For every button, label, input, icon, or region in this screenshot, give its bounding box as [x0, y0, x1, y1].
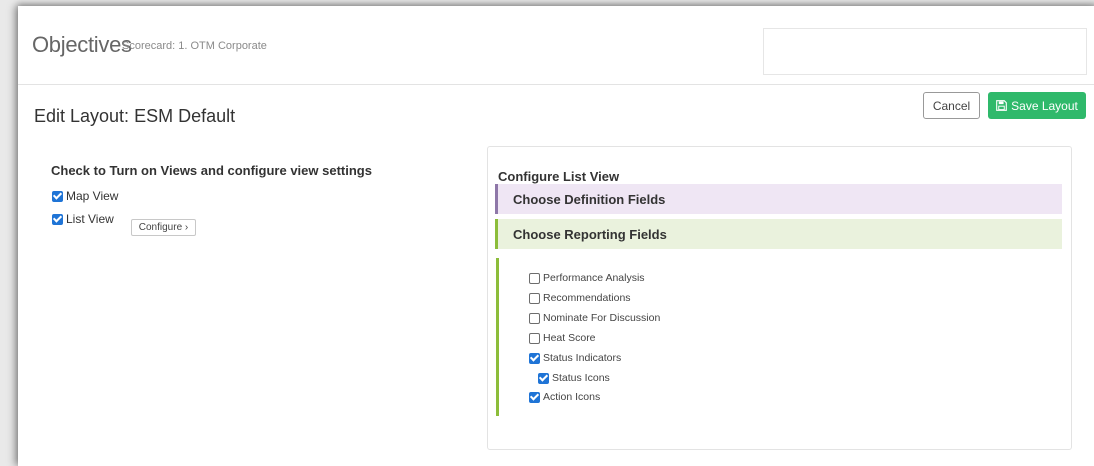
field-label: Nominate For Discussion	[543, 312, 661, 324]
save-layout-button[interactable]: Save Layout	[988, 92, 1086, 119]
choose-definition-fields-section[interactable]: Choose Definition Fields	[495, 184, 1062, 214]
header-empty-box	[763, 28, 1087, 75]
scorecard-label: Scorecard: 1. OTM Corporate	[122, 40, 267, 52]
recommendations-checkbox[interactable]	[529, 292, 540, 304]
field-label: Action Icons	[543, 391, 601, 403]
map-view-checkbox[interactable]	[52, 190, 63, 202]
configure-list-view-title: Configure List View	[498, 169, 620, 184]
reporting-fields-list: Performance Analysis Recommendations Nom…	[496, 258, 699, 416]
map-view-option[interactable]: Map View	[52, 189, 118, 203]
field-label: Performance Analysis	[543, 272, 645, 284]
field-label: Recommendations	[543, 292, 631, 304]
status-icons-checkbox[interactable]	[538, 372, 549, 384]
field-status-indicators[interactable]: Status Indicators	[529, 352, 621, 364]
cancel-button[interactable]: Cancel	[923, 92, 980, 119]
field-status-icons[interactable]: Status Icons	[538, 372, 610, 384]
nominate-for-discussion-checkbox[interactable]	[529, 312, 540, 324]
save-layout-label: Save Layout	[1011, 98, 1078, 113]
action-icons-checkbox[interactable]	[529, 391, 540, 403]
field-label: Heat Score	[543, 332, 596, 344]
list-view-option[interactable]: List View	[52, 212, 114, 226]
field-nominate-for-discussion[interactable]: Nominate For Discussion	[529, 312, 660, 324]
page-title: Edit Layout: ESM Default	[34, 106, 236, 126]
list-view-checkbox[interactable]	[52, 213, 63, 225]
views-heading: Check to Turn on Views and configure vie…	[51, 163, 372, 178]
field-heat-score[interactable]: Heat Score	[529, 332, 596, 344]
status-indicators-checkbox[interactable]	[529, 352, 540, 364]
map-view-label: Map View	[66, 189, 119, 203]
field-label: Status Indicators	[543, 352, 622, 364]
configure-list-view-button[interactable]: Configure ›	[131, 219, 196, 236]
floppy-disk-icon	[996, 100, 1008, 111]
field-label: Status Icons	[552, 372, 610, 384]
header-title: Objectives	[32, 32, 132, 57]
field-performance-analysis[interactable]: Performance Analysis	[529, 272, 645, 284]
layout-editor-window: Objectives Scorecard: 1. OTM Corporate E…	[18, 6, 1094, 466]
field-action-icons[interactable]: Action Icons	[529, 391, 600, 403]
header-bar: Objectives Scorecard: 1. OTM Corporate	[18, 6, 1094, 85]
field-recommendations[interactable]: Recommendations	[529, 292, 631, 304]
list-view-label: List View	[66, 212, 114, 226]
performance-analysis-checkbox[interactable]	[529, 272, 540, 284]
choose-reporting-fields-section[interactable]: Choose Reporting Fields	[495, 219, 1062, 249]
heat-score-checkbox[interactable]	[529, 332, 540, 344]
